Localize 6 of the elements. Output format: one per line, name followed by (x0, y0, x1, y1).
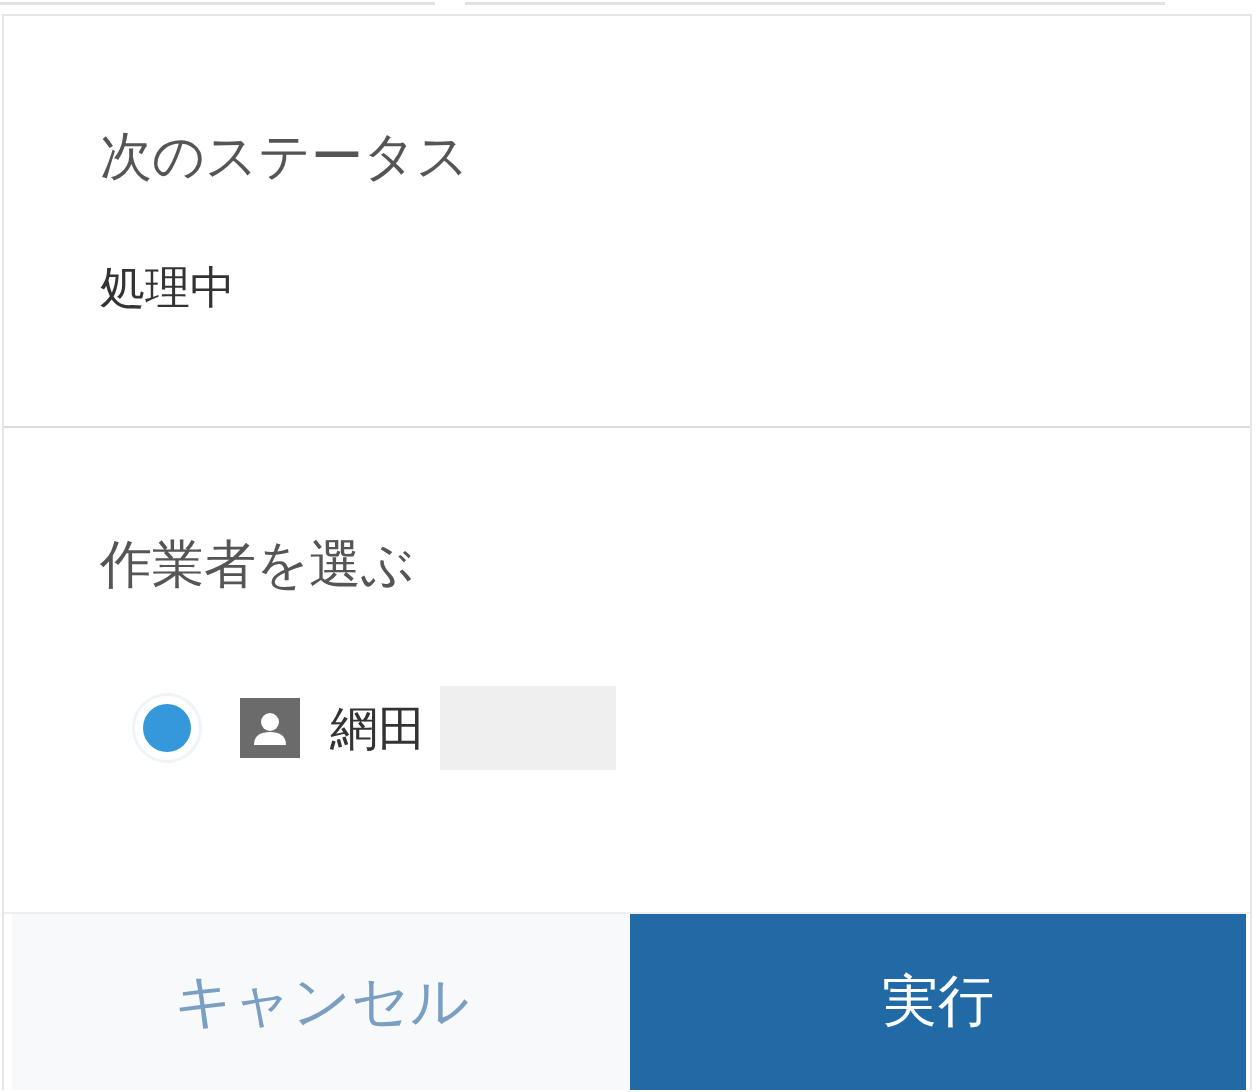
section-title: 次のステータス (100, 125, 469, 188)
user-name: 網田 (330, 699, 426, 758)
status-value: 処理中 (100, 260, 235, 316)
user-icon (240, 698, 300, 758)
section-title: 作業者を選ぶ (100, 533, 414, 596)
execute-button[interactable]: 実行 (630, 914, 1246, 1090)
